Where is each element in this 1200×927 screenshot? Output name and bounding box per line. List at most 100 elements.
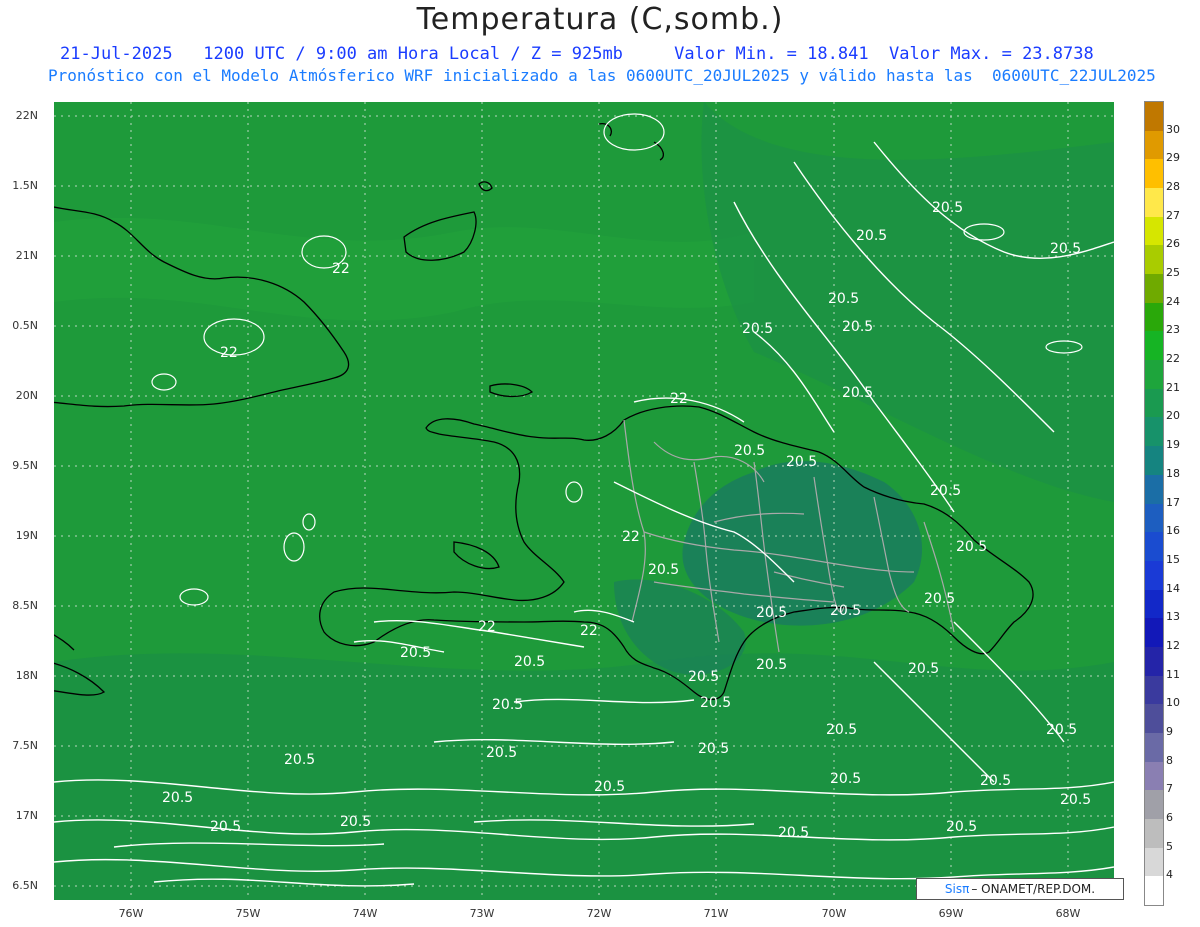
colorbar-cell [1145,618,1163,648]
contour-label: 20.5 [162,790,194,806]
credit-box: Sisπ – ONAMET/REP.DOM. [916,878,1124,900]
colorbar-label: 13 [1166,610,1180,624]
contour-label: 20.5 [742,321,774,337]
contour-label: 22 [670,391,688,407]
colorbar-cell [1145,589,1163,619]
colorbar-label: 17 [1166,495,1180,509]
colorbar-cell [1145,102,1163,132]
colorbar-cell [1145,732,1163,763]
contour-label: 20.5 [956,539,988,555]
colorbar-label: 12 [1166,638,1180,652]
contour-label: 20.5 [1060,792,1092,808]
colorbar-label: 9 [1166,724,1173,738]
colorbar-label: 24 [1166,294,1180,308]
contour-label: 20.5 [828,291,860,307]
colorbar-cell [1145,417,1163,447]
lat-label: 17N [15,809,38,822]
colorbar-label: 29 [1166,151,1180,165]
contour-label: 22 [580,623,598,639]
contour-label: 20.5 [210,819,242,835]
contour-label: 20.5 [980,773,1012,789]
colorbar-cell [1145,818,1163,849]
lat-label: 6.5N [12,879,38,892]
colorbar-cell [1145,245,1163,275]
lat-label: 20N [15,389,38,402]
colorbar-label: 11 [1166,667,1180,681]
contour-label: 20.5 [932,200,964,216]
forecast-model-line: Pronóstico con el Modelo Atmósferico WRF… [48,66,1156,85]
colorbar-cell [1145,761,1163,791]
lat-label: 9.5N [12,459,38,472]
contour-label: 20.5 [734,443,766,459]
map-title: Temperatura (C,somb.) [416,2,784,37]
colorbar-label: 27 [1166,208,1180,222]
lat-label: 21N [15,249,38,262]
shading-cool-band [54,653,1114,900]
colorbar-cell [1145,503,1163,533]
contour-label: 20.5 [514,654,546,670]
colorbar-label: 5 [1166,839,1173,853]
contour-label: 20.5 [778,825,810,841]
colorbar-label: 25 [1166,266,1180,280]
temperature-map [54,102,1114,900]
contour-label: 20.5 [700,695,732,711]
contour-label: 20.5 [830,603,862,619]
contour-label: 20.5 [930,483,962,499]
colorbar-cell [1145,704,1163,734]
contour-label: 22 [332,261,350,277]
contour-label: 20.5 [786,454,818,470]
contour-label: 20.5 [756,657,788,673]
lon-label: 69W [938,907,964,920]
colorbar-cell [1145,216,1163,246]
colorbar-cell [1145,188,1163,218]
colorbar-label: 26 [1166,237,1180,251]
lat-label: 7.5N [12,739,38,752]
credit-org: – ONAMET/REP.DOM. [971,882,1096,896]
colorbar-cell [1145,302,1163,332]
lat-label: 1.5N [12,179,38,192]
colorbar-label: 21 [1166,380,1180,394]
contour-label: 20.5 [486,745,518,761]
colorbar-label: 28 [1166,180,1180,194]
lat-label: 0.5N [12,319,38,332]
contour-label: 20.5 [842,385,874,401]
contour-label: 20.5 [924,591,956,607]
contour-label: 20.5 [648,562,680,578]
contour-label: 20.5 [400,645,432,661]
contour-label: 22 [622,529,640,545]
contour-label: 20.5 [284,752,316,768]
contour-label: 20.5 [756,605,788,621]
lat-label: 18N [15,669,38,682]
lon-label: 68W [1055,907,1081,920]
sis-logo-text: Sisπ [944,882,970,896]
colorbar-cell [1145,360,1163,390]
contour-label: 20.5 [946,819,978,835]
contour-label: 22 [220,345,238,361]
colorbar-label: 8 [1166,753,1173,767]
colorbar-cell [1145,675,1163,705]
map-canvas [54,102,1114,900]
lon-label: 70W [821,907,847,920]
colorbar-cell [1145,446,1163,476]
contour-label: 20.5 [1050,241,1082,257]
lon-label: 75W [235,907,261,920]
contour-label: 20.5 [826,722,858,738]
contour-label: 20.5 [856,228,888,244]
lat-label: 19N [15,529,38,542]
temperature-colorbar [1144,101,1164,906]
lat-label: 22N [15,109,38,122]
contour-label: 20.5 [340,814,372,830]
colorbar-label: 18 [1166,466,1180,480]
contour-label: 20.5 [492,697,524,713]
colorbar-label: 15 [1166,552,1180,566]
colorbar-label: 30 [1166,122,1180,136]
colorbar-label: 20 [1166,409,1180,423]
colorbar-label: 22 [1166,352,1180,366]
colorbar-label: 4 [1166,868,1173,882]
lat-label: 8.5N [12,599,38,612]
contour-label: 20.5 [688,669,720,685]
forecast-time-line: 21-Jul-2025 1200 UTC / 9:00 am Hora Loca… [60,44,1094,64]
colorbar-label: 6 [1166,810,1173,824]
colorbar-cell [1145,532,1163,562]
colorbar-cell [1145,159,1163,189]
